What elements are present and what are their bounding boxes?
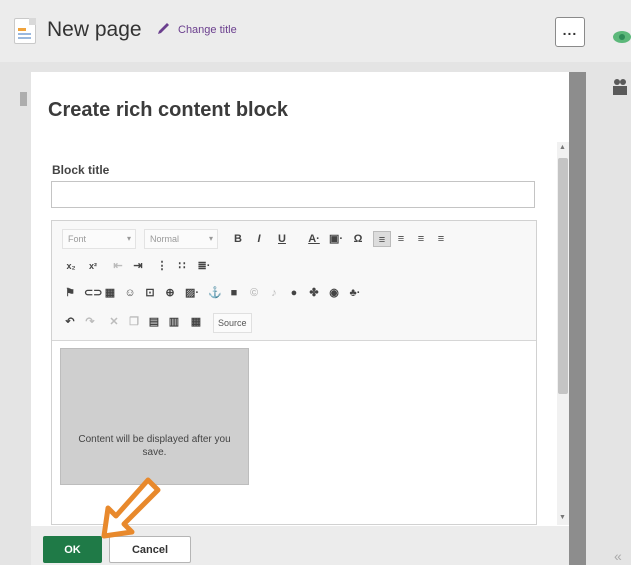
puzzle-icon[interactable]: ✤ (308, 285, 320, 301)
special-character-icon[interactable]: Ω (352, 231, 364, 247)
undo-icon[interactable]: ↶ (64, 314, 76, 330)
italic-icon[interactable]: I (253, 231, 265, 247)
page-icon (14, 18, 36, 44)
pointer-arrow-icon (101, 477, 161, 539)
editor-toolbar: Font ▾ Normal ▾ B I U A· ▣· Ω ≡ ≡ ≡ ≡ x₂ x… (52, 221, 536, 341)
styles-dropdown-icon[interactable]: ≣· (196, 258, 212, 274)
link-icon[interactable]: ⊂⊃ (84, 285, 102, 301)
format-combo[interactable]: Normal ▾ (144, 229, 218, 249)
scroll-down-arrow-icon[interactable]: ▼ (559, 514, 566, 521)
scrollbar-thumb[interactable] (558, 158, 568, 394)
justify-icon[interactable]: ≡ (435, 231, 447, 247)
pencil-icon[interactable] (156, 22, 172, 36)
widget-icon[interactable]: ● (288, 285, 300, 301)
collapse-icon[interactable]: « (614, 548, 622, 564)
copy-icon[interactable]: ❐ (128, 314, 140, 330)
cut-icon[interactable]: ✕ (108, 314, 120, 330)
audio-icon[interactable]: ♪ (268, 285, 280, 301)
globe-icon[interactable]: ⊕ (164, 285, 176, 301)
chevron-down-icon: ▾ (208, 234, 213, 243)
background-color-icon[interactable]: ▣· (327, 231, 345, 247)
align-left-icon[interactable]: ≡ (373, 231, 391, 247)
users-icon[interactable] (612, 78, 628, 96)
plugin-dropdown-icon[interactable]: ♣· (346, 285, 364, 301)
source-button[interactable]: Source (213, 313, 252, 333)
block-title-label: Block title (52, 163, 110, 177)
content-placeholder-text: Content will be displayed after you save… (78, 434, 231, 458)
embed-icon[interactable]: © (248, 285, 260, 301)
paste-text-icon[interactable]: ▥ (168, 314, 180, 330)
text-color-icon[interactable]: A· (306, 231, 322, 247)
location-icon[interactable]: ◉ (328, 285, 340, 301)
modal-title: Create rich content block (48, 99, 289, 121)
superscript-icon[interactable]: x² (86, 258, 100, 274)
redo-icon[interactable]: ↷ (84, 314, 96, 330)
paste-icon[interactable]: ▤ (148, 314, 160, 330)
more-options-button[interactable]: ... (555, 17, 585, 47)
chevron-down-icon: ▾ (126, 234, 131, 243)
outdent-icon[interactable]: ⇤ (112, 258, 124, 274)
bold-icon[interactable]: B (232, 231, 244, 247)
background-text-fragment (20, 92, 27, 106)
emoticon-icon[interactable]: ☺ (124, 285, 136, 301)
page-title: New page (47, 18, 142, 41)
image-icon[interactable]: ▨· (184, 285, 200, 301)
font-combo[interactable]: Font ▾ (62, 229, 136, 249)
indent-icon[interactable]: ⇥ (132, 258, 144, 274)
table-icon[interactable]: ▦ (104, 285, 116, 301)
numbered-list-icon[interactable]: ⋮ (156, 258, 168, 274)
media-icon[interactable]: ⊡ (144, 285, 156, 301)
underline-icon[interactable]: U (276, 231, 288, 247)
flag-icon[interactable]: ⚑ (64, 285, 76, 301)
content-placeholder-box (60, 348, 249, 485)
anchor-icon[interactable]: ⚓ (208, 285, 222, 301)
video-icon[interactable]: ■ (228, 285, 240, 301)
align-center-icon[interactable]: ≡ (395, 231, 407, 247)
paste-word-icon[interactable]: ▦ (190, 314, 202, 330)
bulleted-list-icon[interactable]: ∷ (176, 258, 188, 274)
font-combo-label: Font (68, 234, 87, 244)
block-title-input[interactable] (51, 181, 535, 208)
eye-icon[interactable] (612, 30, 631, 44)
change-title-link[interactable]: Change title (178, 24, 237, 36)
page-scrollbar[interactable] (569, 72, 586, 565)
subscript-icon[interactable]: x₂ (64, 258, 78, 274)
scroll-up-arrow-icon[interactable]: ▲ (559, 144, 566, 151)
format-combo-label: Normal (150, 234, 180, 244)
align-right-icon[interactable]: ≡ (415, 231, 427, 247)
